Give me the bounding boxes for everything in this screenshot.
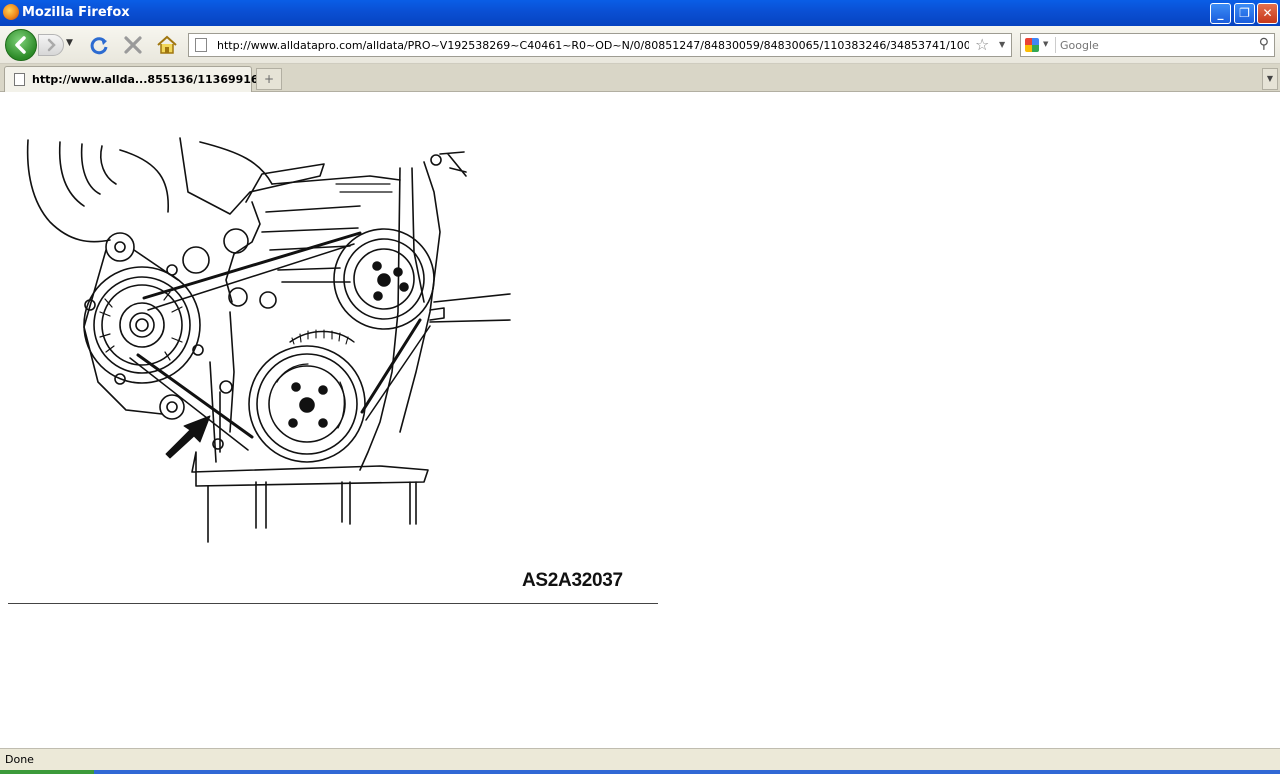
arrow-right-icon bbox=[47, 38, 56, 52]
start-button-edge[interactable] bbox=[0, 770, 94, 774]
page-icon bbox=[14, 73, 25, 86]
forward-button[interactable] bbox=[38, 34, 64, 56]
divider bbox=[8, 603, 658, 604]
arrow-left-icon bbox=[15, 36, 26, 54]
engine-dropdown-icon[interactable]: ▼ bbox=[1043, 40, 1048, 48]
url-dropdown-icon[interactable]: ▼ bbox=[999, 40, 1005, 49]
url-text[interactable]: http://www.alldatapro.com/alldata/PRO~V1… bbox=[217, 39, 969, 52]
page-content: AS2A32037 bbox=[0, 92, 1280, 748]
page-icon bbox=[195, 38, 207, 52]
new-tab-button[interactable]: + bbox=[256, 68, 282, 90]
window-title: Mozilla Firefox bbox=[22, 5, 130, 20]
tab-label: http://www.allda...855136/113699165 bbox=[32, 73, 267, 86]
tab-strip: http://www.allda...855136/113699165 + ▼ bbox=[0, 64, 1280, 92]
figure-code: AS2A32037 bbox=[522, 570, 623, 591]
search-bar[interactable]: ▼ ⚲ bbox=[1020, 33, 1275, 57]
search-input[interactable] bbox=[1055, 37, 1251, 53]
google-engine-icon[interactable] bbox=[1025, 38, 1039, 52]
stop-icon[interactable] bbox=[122, 34, 144, 56]
tab-list-dropdown-icon[interactable]: ▼ bbox=[1262, 68, 1278, 90]
search-icon[interactable]: ⚲ bbox=[1259, 36, 1269, 52]
status-text: Done bbox=[5, 753, 34, 766]
tab-active[interactable]: http://www.allda...855136/113699165 bbox=[4, 66, 266, 92]
back-button[interactable] bbox=[5, 29, 37, 61]
address-bar[interactable]: http://www.alldatapro.com/alldata/PRO~V1… bbox=[188, 33, 1012, 57]
reload-icon[interactable] bbox=[88, 34, 110, 56]
belt-routing-diagram bbox=[26, 137, 511, 543]
window-titlebar: Mozilla Firefox _ ❐ ✕ bbox=[0, 0, 1280, 26]
minimize-button[interactable]: _ bbox=[1210, 3, 1231, 24]
history-dropdown-icon[interactable]: ▼ bbox=[66, 38, 73, 48]
firefox-logo-icon bbox=[3, 4, 19, 20]
status-bar: Done bbox=[0, 748, 1280, 770]
home-icon[interactable] bbox=[156, 34, 178, 56]
restore-button[interactable]: ❐ bbox=[1234, 3, 1255, 24]
close-button[interactable]: ✕ bbox=[1257, 3, 1278, 24]
taskbar-edge bbox=[0, 770, 1280, 774]
navigation-toolbar: ▼ http://www.alldatapro.com/alldata/PRO~… bbox=[0, 26, 1280, 64]
bookmark-star-icon[interactable]: ☆ bbox=[975, 35, 989, 54]
